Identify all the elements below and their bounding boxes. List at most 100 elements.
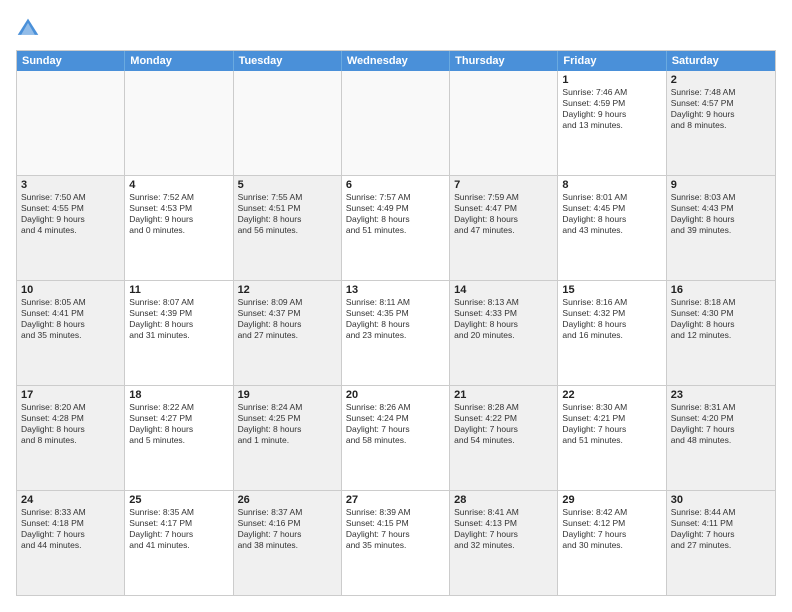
calendar-cell: 18Sunrise: 8:22 AM Sunset: 4:27 PM Dayli… [125, 386, 233, 490]
calendar-cell: 27Sunrise: 8:39 AM Sunset: 4:15 PM Dayli… [342, 491, 450, 595]
calendar-row-3: 10Sunrise: 8:05 AM Sunset: 4:41 PM Dayli… [17, 280, 775, 385]
day-number: 21 [454, 389, 553, 401]
header-day-thursday: Thursday [450, 51, 558, 71]
day-number: 6 [346, 179, 445, 191]
calendar-cell: 12Sunrise: 8:09 AM Sunset: 4:37 PM Dayli… [234, 281, 342, 385]
day-info: Sunrise: 8:33 AM Sunset: 4:18 PM Dayligh… [21, 507, 120, 551]
calendar-cell [450, 71, 558, 175]
day-info: Sunrise: 8:05 AM Sunset: 4:41 PM Dayligh… [21, 297, 120, 341]
calendar-cell: 8Sunrise: 8:01 AM Sunset: 4:45 PM Daylig… [558, 176, 666, 280]
calendar-cell: 14Sunrise: 8:13 AM Sunset: 4:33 PM Dayli… [450, 281, 558, 385]
day-number: 10 [21, 284, 120, 296]
calendar-cell: 3Sunrise: 7:50 AM Sunset: 4:55 PM Daylig… [17, 176, 125, 280]
header-day-tuesday: Tuesday [234, 51, 342, 71]
calendar-cell: 26Sunrise: 8:37 AM Sunset: 4:16 PM Dayli… [234, 491, 342, 595]
calendar-cell: 2Sunrise: 7:48 AM Sunset: 4:57 PM Daylig… [667, 71, 775, 175]
day-info: Sunrise: 8:37 AM Sunset: 4:16 PM Dayligh… [238, 507, 337, 551]
day-number: 16 [671, 284, 771, 296]
day-number: 20 [346, 389, 445, 401]
calendar-cell: 19Sunrise: 8:24 AM Sunset: 4:25 PM Dayli… [234, 386, 342, 490]
calendar-cell [342, 71, 450, 175]
calendar-row-5: 24Sunrise: 8:33 AM Sunset: 4:18 PM Dayli… [17, 490, 775, 595]
calendar-cell: 10Sunrise: 8:05 AM Sunset: 4:41 PM Dayli… [17, 281, 125, 385]
day-info: Sunrise: 8:07 AM Sunset: 4:39 PM Dayligh… [129, 297, 228, 341]
day-number: 28 [454, 494, 553, 506]
day-info: Sunrise: 8:44 AM Sunset: 4:11 PM Dayligh… [671, 507, 771, 551]
day-number: 24 [21, 494, 120, 506]
day-number: 27 [346, 494, 445, 506]
day-info: Sunrise: 8:41 AM Sunset: 4:13 PM Dayligh… [454, 507, 553, 551]
calendar-cell: 29Sunrise: 8:42 AM Sunset: 4:12 PM Dayli… [558, 491, 666, 595]
day-info: Sunrise: 7:59 AM Sunset: 4:47 PM Dayligh… [454, 192, 553, 236]
day-info: Sunrise: 8:35 AM Sunset: 4:17 PM Dayligh… [129, 507, 228, 551]
day-info: Sunrise: 8:03 AM Sunset: 4:43 PM Dayligh… [671, 192, 771, 236]
calendar-cell: 9Sunrise: 8:03 AM Sunset: 4:43 PM Daylig… [667, 176, 775, 280]
day-info: Sunrise: 8:13 AM Sunset: 4:33 PM Dayligh… [454, 297, 553, 341]
calendar-cell: 4Sunrise: 7:52 AM Sunset: 4:53 PM Daylig… [125, 176, 233, 280]
header-day-wednesday: Wednesday [342, 51, 450, 71]
logo [16, 16, 44, 40]
calendar-cell: 24Sunrise: 8:33 AM Sunset: 4:18 PM Dayli… [17, 491, 125, 595]
calendar-row-1: 1Sunrise: 7:46 AM Sunset: 4:59 PM Daylig… [17, 71, 775, 175]
page: SundayMondayTuesdayWednesdayThursdayFrid… [0, 0, 792, 612]
day-info: Sunrise: 8:09 AM Sunset: 4:37 PM Dayligh… [238, 297, 337, 341]
day-number: 7 [454, 179, 553, 191]
calendar-row-2: 3Sunrise: 7:50 AM Sunset: 4:55 PM Daylig… [17, 175, 775, 280]
day-info: Sunrise: 7:57 AM Sunset: 4:49 PM Dayligh… [346, 192, 445, 236]
header-day-friday: Friday [558, 51, 666, 71]
calendar-cell: 16Sunrise: 8:18 AM Sunset: 4:30 PM Dayli… [667, 281, 775, 385]
day-info: Sunrise: 7:48 AM Sunset: 4:57 PM Dayligh… [671, 87, 771, 131]
day-number: 5 [238, 179, 337, 191]
logo-icon [16, 16, 40, 40]
day-info: Sunrise: 7:50 AM Sunset: 4:55 PM Dayligh… [21, 192, 120, 236]
calendar-cell: 30Sunrise: 8:44 AM Sunset: 4:11 PM Dayli… [667, 491, 775, 595]
day-info: Sunrise: 8:11 AM Sunset: 4:35 PM Dayligh… [346, 297, 445, 341]
calendar-cell: 11Sunrise: 8:07 AM Sunset: 4:39 PM Dayli… [125, 281, 233, 385]
day-info: Sunrise: 8:28 AM Sunset: 4:22 PM Dayligh… [454, 402, 553, 446]
day-number: 17 [21, 389, 120, 401]
day-number: 14 [454, 284, 553, 296]
calendar-cell: 21Sunrise: 8:28 AM Sunset: 4:22 PM Dayli… [450, 386, 558, 490]
day-number: 1 [562, 74, 661, 86]
calendar-row-4: 17Sunrise: 8:20 AM Sunset: 4:28 PM Dayli… [17, 385, 775, 490]
day-number: 11 [129, 284, 228, 296]
calendar-cell: 22Sunrise: 8:30 AM Sunset: 4:21 PM Dayli… [558, 386, 666, 490]
calendar-cell [17, 71, 125, 175]
day-number: 19 [238, 389, 337, 401]
day-number: 12 [238, 284, 337, 296]
day-info: Sunrise: 8:16 AM Sunset: 4:32 PM Dayligh… [562, 297, 661, 341]
calendar: SundayMondayTuesdayWednesdayThursdayFrid… [16, 50, 776, 596]
day-number: 29 [562, 494, 661, 506]
calendar-body: 1Sunrise: 7:46 AM Sunset: 4:59 PM Daylig… [17, 71, 775, 595]
calendar-cell [125, 71, 233, 175]
day-number: 9 [671, 179, 771, 191]
calendar-cell: 1Sunrise: 7:46 AM Sunset: 4:59 PM Daylig… [558, 71, 666, 175]
day-info: Sunrise: 8:01 AM Sunset: 4:45 PM Dayligh… [562, 192, 661, 236]
day-number: 3 [21, 179, 120, 191]
calendar-cell: 5Sunrise: 7:55 AM Sunset: 4:51 PM Daylig… [234, 176, 342, 280]
day-info: Sunrise: 8:20 AM Sunset: 4:28 PM Dayligh… [21, 402, 120, 446]
day-info: Sunrise: 8:39 AM Sunset: 4:15 PM Dayligh… [346, 507, 445, 551]
day-number: 26 [238, 494, 337, 506]
day-info: Sunrise: 7:52 AM Sunset: 4:53 PM Dayligh… [129, 192, 228, 236]
day-number: 2 [671, 74, 771, 86]
day-number: 18 [129, 389, 228, 401]
calendar-cell [234, 71, 342, 175]
day-info: Sunrise: 7:55 AM Sunset: 4:51 PM Dayligh… [238, 192, 337, 236]
calendar-cell: 23Sunrise: 8:31 AM Sunset: 4:20 PM Dayli… [667, 386, 775, 490]
calendar-cell: 6Sunrise: 7:57 AM Sunset: 4:49 PM Daylig… [342, 176, 450, 280]
day-info: Sunrise: 8:24 AM Sunset: 4:25 PM Dayligh… [238, 402, 337, 446]
day-number: 25 [129, 494, 228, 506]
day-info: Sunrise: 8:30 AM Sunset: 4:21 PM Dayligh… [562, 402, 661, 446]
calendar-cell: 7Sunrise: 7:59 AM Sunset: 4:47 PM Daylig… [450, 176, 558, 280]
day-number: 22 [562, 389, 661, 401]
calendar-cell: 17Sunrise: 8:20 AM Sunset: 4:28 PM Dayli… [17, 386, 125, 490]
day-number: 23 [671, 389, 771, 401]
calendar-header: SundayMondayTuesdayWednesdayThursdayFrid… [17, 51, 775, 71]
day-info: Sunrise: 8:22 AM Sunset: 4:27 PM Dayligh… [129, 402, 228, 446]
header-day-saturday: Saturday [667, 51, 775, 71]
day-info: Sunrise: 8:18 AM Sunset: 4:30 PM Dayligh… [671, 297, 771, 341]
calendar-cell: 20Sunrise: 8:26 AM Sunset: 4:24 PM Dayli… [342, 386, 450, 490]
calendar-cell: 15Sunrise: 8:16 AM Sunset: 4:32 PM Dayli… [558, 281, 666, 385]
day-number: 15 [562, 284, 661, 296]
